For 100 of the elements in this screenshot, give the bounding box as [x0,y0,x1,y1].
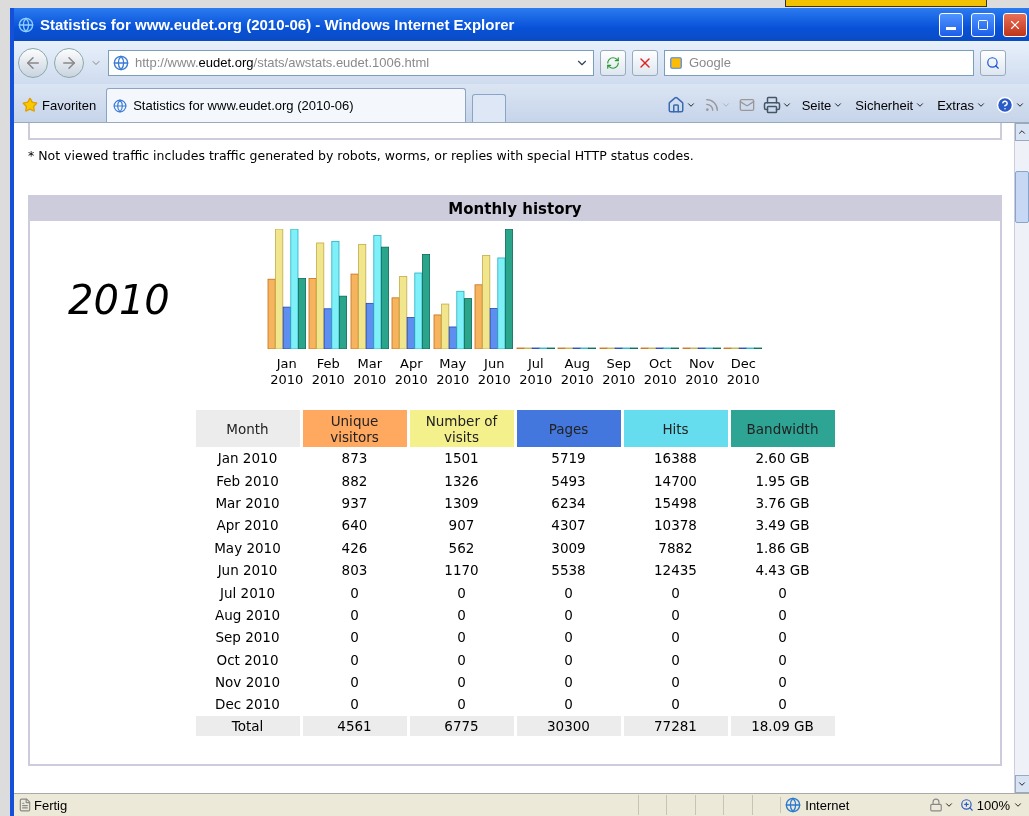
month-label: Dec 2010 [726,356,760,388]
table-cell-text: 0 [777,583,788,603]
toolbar-menu[interactable]: Seite [799,97,846,113]
caret-icon [833,100,844,110]
address-field[interactable]: http://www.eudet.org/stats/awstats.eudet.1006.html [108,49,594,76]
table-cell-text: 0 [456,628,467,648]
table-cell-text: 873 [340,449,369,469]
search-button[interactable] [980,49,1006,76]
total-cell: 30300 [516,715,621,736]
caret-icon [915,100,926,110]
total-cell: 4561 [302,715,407,736]
month-label: May 2010 [436,356,470,388]
month-label: Feb 2010 [311,356,345,388]
table-cell-text: Feb 2010 [215,471,280,491]
table-cell-text: 3.76 GB [754,493,811,513]
table-cell-text: 0 [777,695,788,715]
table-cell-text: 0 [349,695,360,715]
table-cell-text: 0 [456,695,467,715]
month-label: Oct 2010 [643,356,677,388]
star-icon [22,97,38,113]
table-cell-text: Aug 2010 [214,605,281,625]
table-cell-text: 0 [563,628,574,648]
table-cell-text: 1.95 GB [754,471,811,491]
maximize-button[interactable] [971,12,995,37]
minimize-button[interactable] [939,12,963,37]
table-cell-text: 2.60 GB [754,449,811,469]
search-field[interactable]: Google [664,49,974,76]
favorites-button[interactable]: Favoriten [18,90,101,120]
table-cell-text: Apr 2010 [215,516,280,536]
browser-tab[interactable]: Statistics for www.eudet.org (2010-06) [106,88,467,122]
scroll-thumb[interactable] [1015,171,1029,223]
security-zone: Internet [805,797,850,813]
table-cell-text: 0 [777,673,788,693]
mail-button[interactable] [738,97,755,113]
scroll-down-button[interactable] [1014,775,1029,793]
column-header: Number of visits [409,410,514,447]
column-header: Month [195,410,300,447]
table-cell-text: 426 [340,538,369,558]
caret-icon [1017,127,1027,137]
page-icon [18,797,32,812]
minimize-icon [946,27,956,30]
close-button[interactable] [1003,12,1027,37]
table-cell-text: 0 [777,650,788,670]
table-cell-text: 0 [456,673,467,693]
column-header: Bandwidth [730,410,835,447]
scroll-up-button[interactable] [1014,123,1029,141]
forward-button[interactable] [54,47,84,78]
caret-icon [685,100,696,110]
table-cell-text: 1309 [443,493,480,513]
table-cell-text: 0 [349,583,360,603]
table-cell-text: 0 [563,583,574,603]
table-cell-text: 5719 [550,449,587,469]
lock-icon [928,798,943,812]
total-cell: Total [195,715,300,736]
table-cell-text: 640 [340,516,369,536]
help-button[interactable] [996,96,1025,114]
table-cell-text: 10378 [653,516,698,536]
toolbar-menu[interactable]: Extras [935,97,988,113]
caret-icon [1013,800,1023,810]
table-cell-text: 14700 [653,471,698,491]
table-cell-text: 0 [670,695,681,715]
table-cell-text: 0 [670,583,681,603]
chart-bar [391,297,400,349]
panel-title: Monthly history [448,200,582,218]
print-button[interactable] [762,96,792,114]
toolbar-menu[interactable]: Sicherheit [853,97,928,113]
month-label: Sep 2010 [602,356,636,388]
feeds-button[interactable] [703,97,731,113]
new-tab-button[interactable] [472,94,507,122]
caret-icon [720,100,731,110]
maximize-icon [977,18,989,31]
vertical-scrollbar[interactable] [1014,123,1029,793]
refresh-button[interactable] [600,49,626,76]
month-label: Aug 2010 [560,356,594,388]
browser-icon [18,16,34,33]
zoom-button[interactable]: 100% [953,796,1029,814]
globe-icon [785,797,802,813]
month-label: Jul 2010 [519,356,553,388]
mail-icon [738,97,755,113]
table-cell-text: 0 [777,628,788,648]
home-button[interactable] [666,96,696,114]
month-label: Mar 2010 [353,356,387,388]
table-cell-text: 0 [777,605,788,625]
table-cell-text: 803 [340,561,369,581]
printer-icon [762,96,781,114]
month-label: Apr 2010 [394,356,428,388]
back-button[interactable] [18,47,48,78]
table-cell-text: Jul 2010 [218,583,276,603]
table-cell-text: 5493 [550,471,587,491]
table-cell-text: 7882 [657,538,694,558]
table-cell-text: 907 [447,516,476,536]
protected-mode-button[interactable] [928,798,954,812]
table-cell-text: 4307 [550,516,587,536]
table-cell-text: 0 [670,628,681,648]
stop-button[interactable] [632,49,658,76]
month-label: Jan 2010 [270,356,304,388]
caret-icon [1017,779,1027,789]
table-cell-text: Nov 2010 [214,673,281,693]
table-cell-text: 0 [349,650,360,670]
refresh-icon [606,55,620,70]
